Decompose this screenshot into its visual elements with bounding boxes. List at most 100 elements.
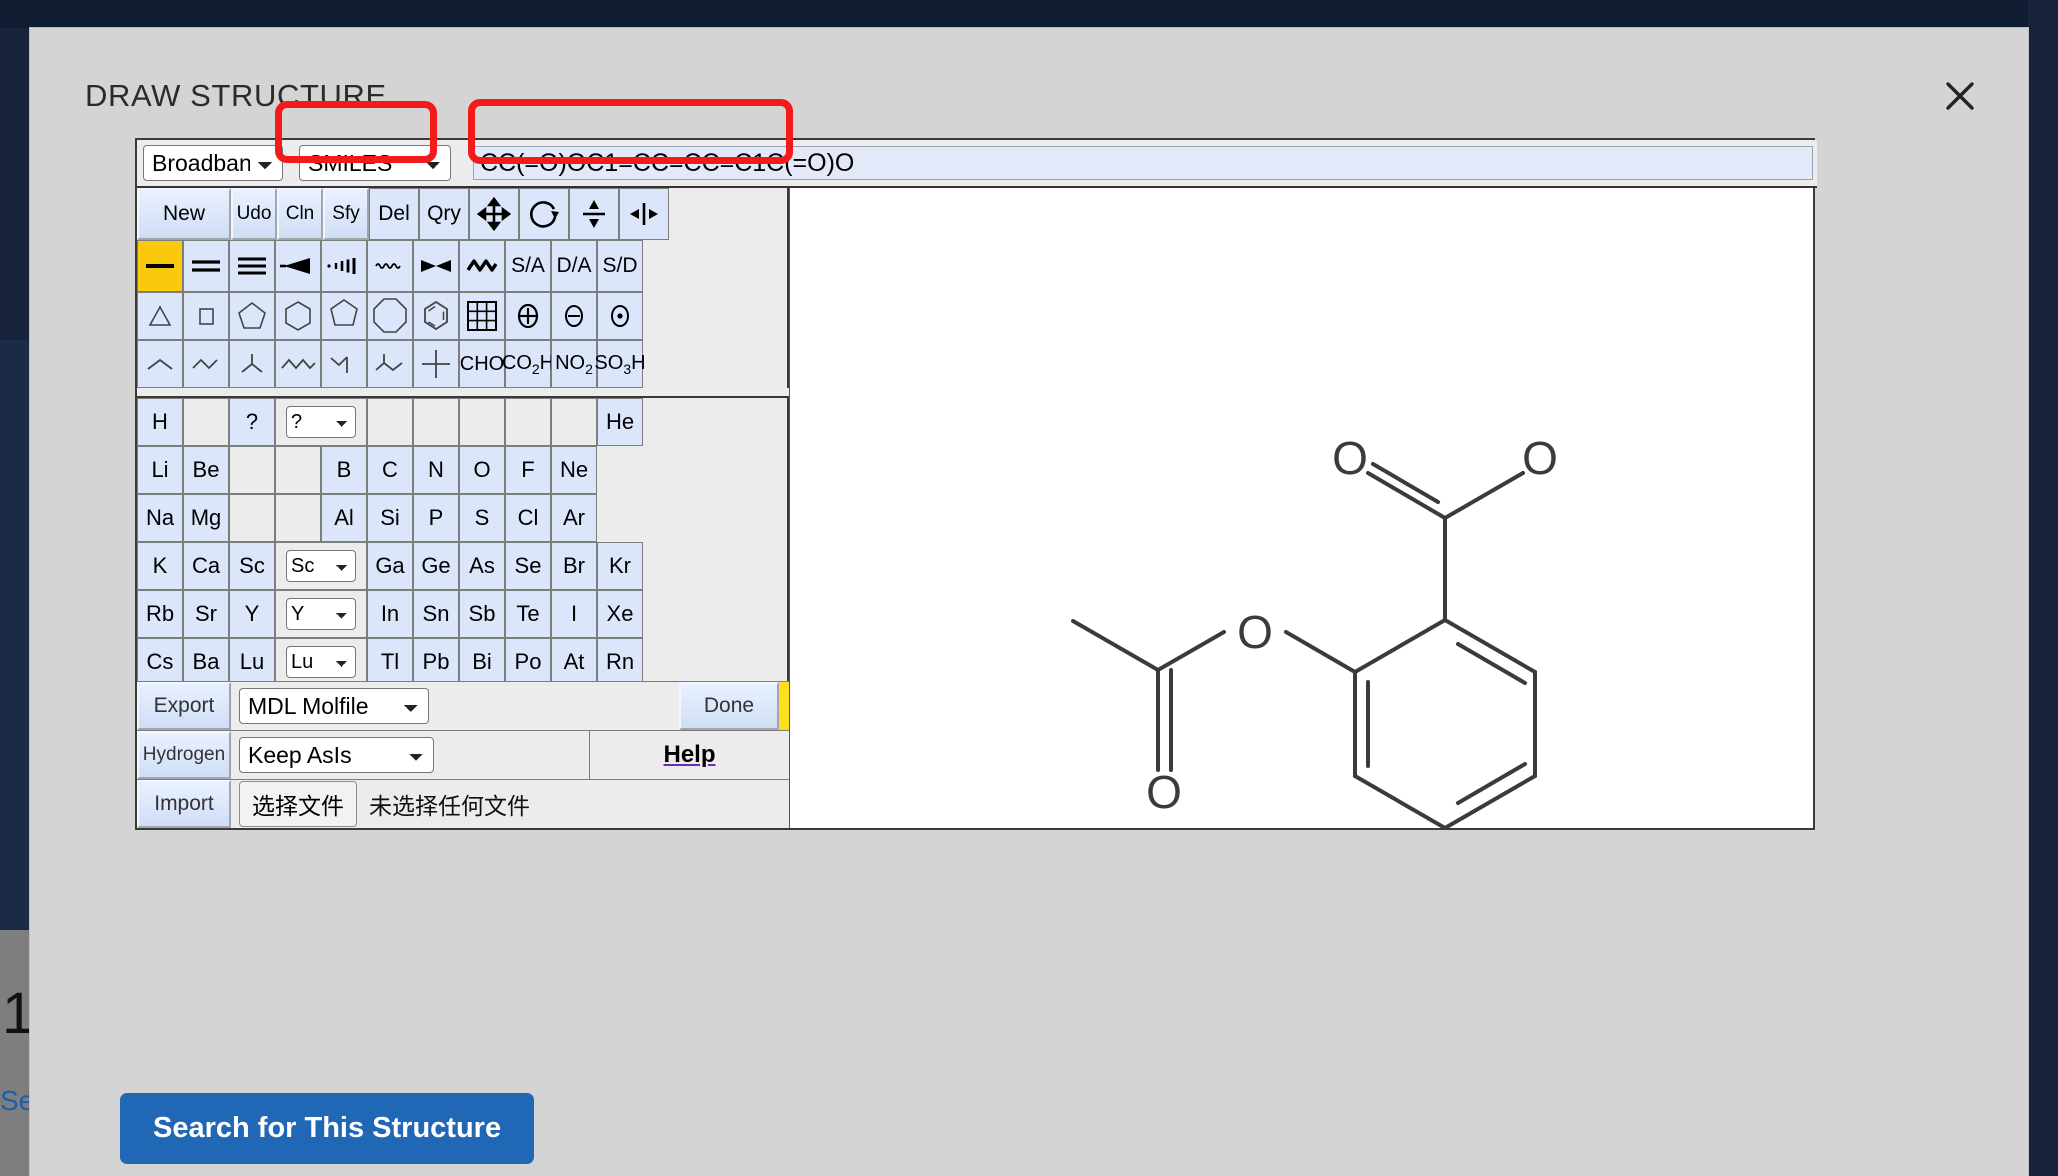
close-icon[interactable] <box>1938 74 1982 118</box>
chain-3-icon[interactable] <box>183 340 229 388</box>
rotate-icon[interactable] <box>519 188 569 240</box>
chain-bond-icon[interactable] <box>459 240 505 292</box>
flip-vertical-icon[interactable] <box>569 188 619 240</box>
undo-button[interactable]: Udo <box>231 188 277 240</box>
export-format-select[interactable]: MDL Molfile <box>239 688 429 724</box>
element-button-sn[interactable]: Sn <box>413 590 459 638</box>
element-button-lu[interactable]: Lu <box>229 638 275 686</box>
co2h-group-button[interactable]: CO2H <box>502 340 554 388</box>
element-button-kr[interactable]: Kr <box>597 542 643 590</box>
crossed-bond-icon[interactable] <box>413 240 459 292</box>
single-bond-icon[interactable] <box>137 240 183 292</box>
no2-group-button[interactable]: NO2 <box>551 340 597 388</box>
wavy-bond-icon[interactable] <box>367 240 413 292</box>
element-button-cl[interactable]: Cl <box>505 494 551 542</box>
element-button-si[interactable]: Si <box>367 494 413 542</box>
hydrogen-button[interactable]: Hydrogen <box>137 731 231 779</box>
delete-button[interactable]: Del <box>369 188 419 240</box>
chain-5-icon[interactable] <box>275 340 321 388</box>
element-button-ca[interactable]: Ca <box>183 542 229 590</box>
element-button-bi[interactable]: Bi <box>459 638 505 686</box>
hash-bond-icon[interactable] <box>321 240 367 292</box>
cyclopropane-icon[interactable] <box>137 292 183 340</box>
import-button[interactable]: Import <box>137 780 231 828</box>
isobutyl-icon[interactable] <box>321 340 367 388</box>
search-structure-button[interactable]: Search for This Structure <box>120 1093 535 1164</box>
negative-charge-icon[interactable] <box>551 292 597 340</box>
done-button[interactable]: Done <box>679 682 779 730</box>
lu-variant-select[interactable]: Lu <box>286 646 356 678</box>
cyclohexane-icon[interactable] <box>275 292 321 340</box>
element-button-be[interactable]: Be <box>183 446 229 494</box>
element-button-sc[interactable]: Sc <box>229 542 275 590</box>
element-button-?[interactable]: ? <box>229 398 275 446</box>
wedge-bond-icon[interactable] <box>275 240 321 292</box>
positive-charge-icon[interactable] <box>505 292 551 340</box>
isopropyl-icon[interactable] <box>229 340 275 388</box>
element-button-xe[interactable]: Xe <box>597 590 643 638</box>
element-button-pb[interactable]: Pb <box>413 638 459 686</box>
cyclopentane-icon[interactable] <box>229 292 275 340</box>
element-button-rb[interactable]: Rb <box>137 590 183 638</box>
element-button-at[interactable]: At <box>551 638 597 686</box>
single-aromatic-button[interactable]: S/A <box>505 240 551 292</box>
benzene-icon[interactable] <box>413 292 459 340</box>
move-icon[interactable] <box>469 188 519 240</box>
element-button-al[interactable]: Al <box>321 494 367 542</box>
molecule-canvas[interactable]: O O O O <box>789 140 1813 830</box>
cyclobutane-icon[interactable] <box>183 292 229 340</box>
branched-chain-icon[interactable] <box>367 340 413 388</box>
element-button-n[interactable]: N <box>413 446 459 494</box>
template-table-icon[interactable] <box>459 292 505 340</box>
help-link[interactable]: Help <box>663 741 715 769</box>
structure-input[interactable] <box>473 146 1813 180</box>
element-button-ba[interactable]: Ba <box>183 638 229 686</box>
element-button-rn[interactable]: Rn <box>597 638 643 686</box>
element-button-li[interactable]: Li <box>137 446 183 494</box>
element-button-as[interactable]: As <box>459 542 505 590</box>
cycloheptane-icon[interactable] <box>321 292 367 340</box>
clean-button[interactable]: Cln <box>277 188 323 240</box>
element-button-se[interactable]: Se <box>505 542 551 590</box>
double-aromatic-button[interactable]: D/A <box>551 240 597 292</box>
element-button-he[interactable]: He <box>597 398 643 446</box>
element-button-te[interactable]: Te <box>505 590 551 638</box>
y-variant-select[interactable]: Y <box>286 598 356 630</box>
stereo-button[interactable]: Sfy <box>323 188 369 240</box>
element-button-y[interactable]: Y <box>229 590 275 638</box>
element-button-sr[interactable]: Sr <box>183 590 229 638</box>
element-button-ge[interactable]: Ge <box>413 542 459 590</box>
choose-file-button[interactable]: 选择文件 <box>239 781 357 827</box>
format-select[interactable]: SMILES <box>299 145 451 181</box>
cyclooctane-icon[interactable] <box>367 292 413 340</box>
new-button[interactable]: New <box>137 188 231 240</box>
element-button-na[interactable]: Na <box>137 494 183 542</box>
element-button-p[interactable]: P <box>413 494 459 542</box>
element-button-b[interactable]: B <box>321 446 367 494</box>
export-button[interactable]: Export <box>137 682 231 730</box>
tert-butyl-icon[interactable] <box>413 340 459 388</box>
single-double-button[interactable]: S/D <box>597 240 643 292</box>
element-button-tl[interactable]: Tl <box>367 638 413 686</box>
element-button-k[interactable]: K <box>137 542 183 590</box>
element-button-po[interactable]: Po <box>505 638 551 686</box>
element-button-br[interactable]: Br <box>551 542 597 590</box>
element-button-in[interactable]: In <box>367 590 413 638</box>
chain-2-icon[interactable] <box>137 340 183 388</box>
double-bond-icon[interactable] <box>183 240 229 292</box>
element-button-s[interactable]: S <box>459 494 505 542</box>
element-button-cs[interactable]: Cs <box>137 638 183 686</box>
element-button-ar[interactable]: Ar <box>551 494 597 542</box>
element-button-mg[interactable]: Mg <box>183 494 229 542</box>
query-button[interactable]: Qry <box>419 188 469 240</box>
flip-horizontal-icon[interactable] <box>619 188 669 240</box>
any_atom-variant-select[interactable]: ? <box>286 406 356 438</box>
triple-bond-icon[interactable] <box>229 240 275 292</box>
hydrogen-mode-select[interactable]: Keep AsIs <box>239 737 434 773</box>
element-button-c[interactable]: C <box>367 446 413 494</box>
element-button-ga[interactable]: Ga <box>367 542 413 590</box>
radical-icon[interactable] <box>597 292 643 340</box>
database-select[interactable]: Broadband <box>143 145 283 181</box>
sc-variant-select[interactable]: Sc <box>286 550 356 582</box>
so3h-group-button[interactable]: SO3H <box>594 340 646 388</box>
